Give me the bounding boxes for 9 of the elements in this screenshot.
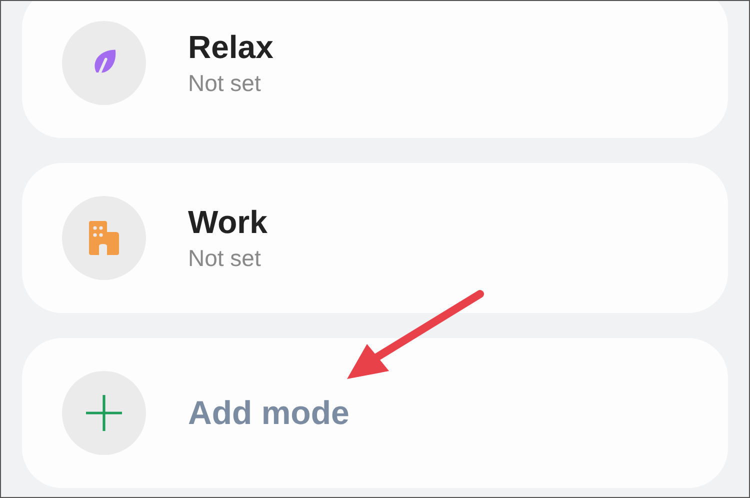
mode-status: Not set <box>188 245 262 272</box>
mode-title: Relax <box>188 29 274 66</box>
plus-icon <box>84 393 124 433</box>
mode-card[interactable]: Work Not set <box>22 163 728 313</box>
mode-title: Work <box>188 204 268 241</box>
mode-card[interactable]: Relax Not set <box>22 1 728 138</box>
mode-status: Not set <box>188 70 262 97</box>
building-icon <box>86 220 122 256</box>
add-mode-label: Add mode <box>188 394 350 432</box>
